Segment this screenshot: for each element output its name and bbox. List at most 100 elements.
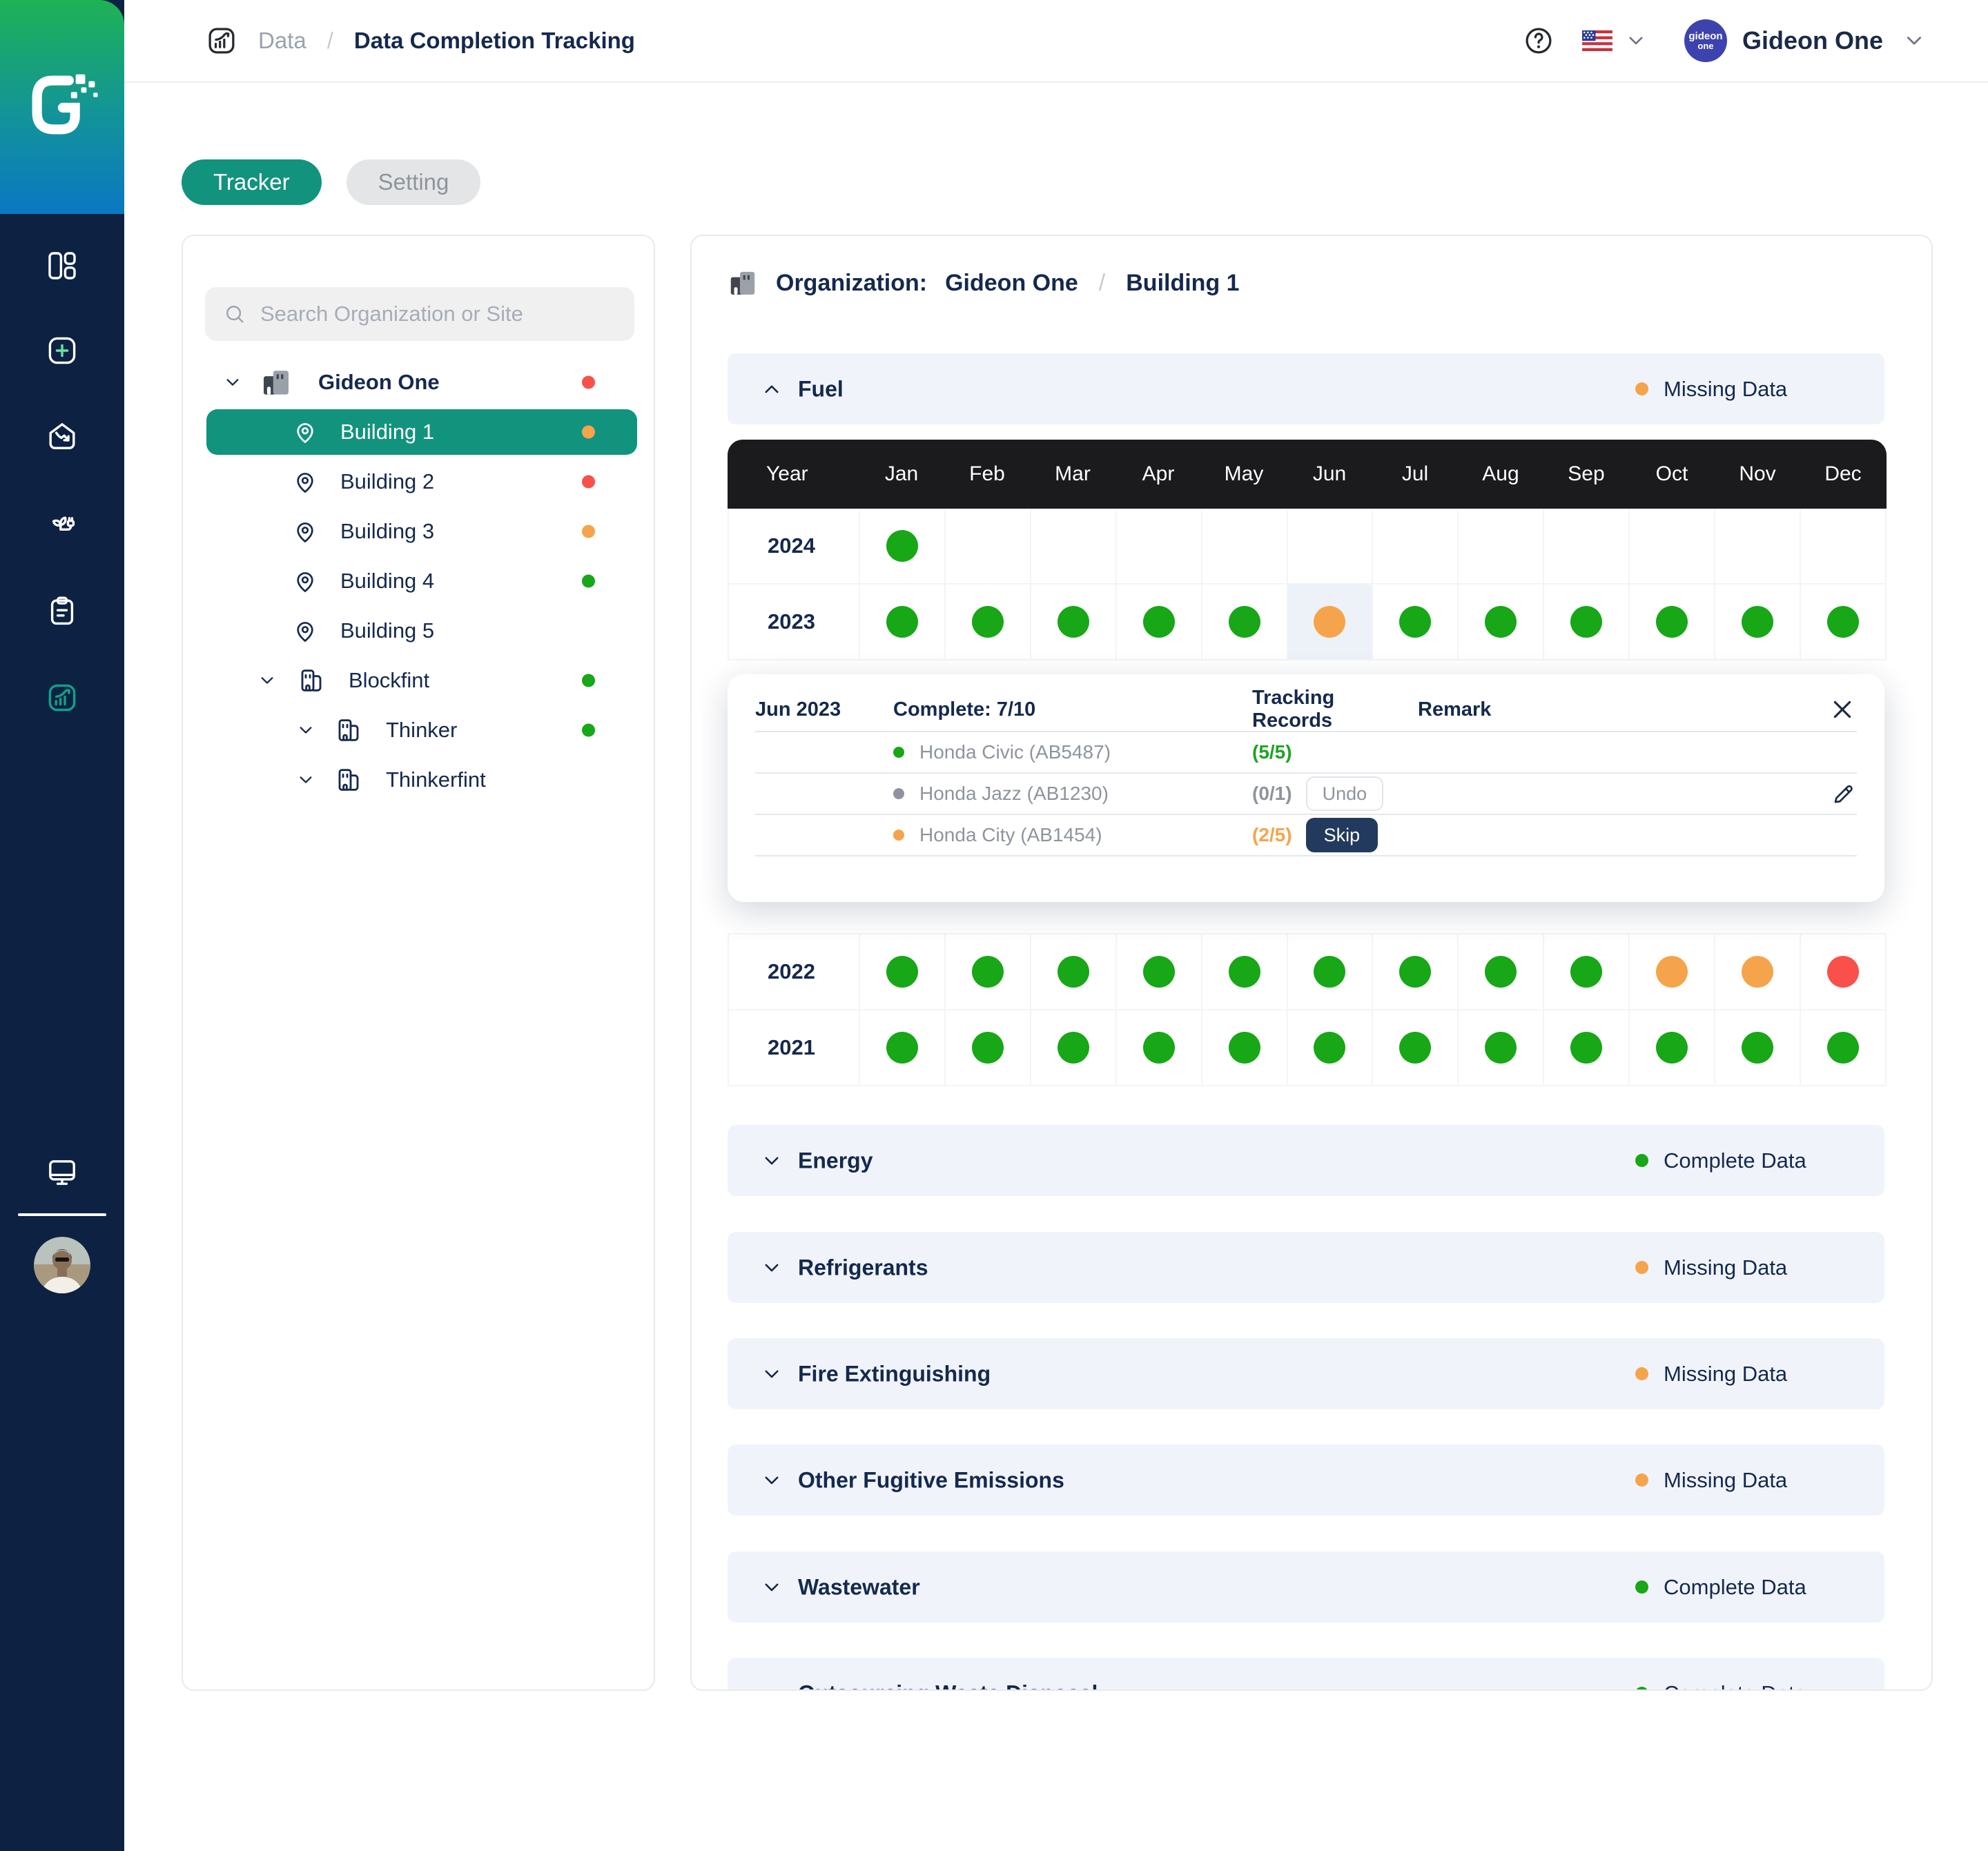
cell-2023-aug[interactable] xyxy=(1459,585,1544,660)
dashboard-icon[interactable] xyxy=(38,242,86,290)
cell-2024-mar[interactable] xyxy=(1031,509,1117,585)
cell-2024-sep[interactable] xyxy=(1544,509,1630,585)
cell-2023-jul[interactable] xyxy=(1373,585,1459,660)
cell-2023-may[interactable] xyxy=(1202,585,1288,660)
cell-2022-oct[interactable] xyxy=(1630,934,1715,1010)
app-logo[interactable] xyxy=(0,0,124,214)
chevron-down-icon[interactable] xyxy=(256,669,278,692)
cell-2021-mar[interactable] xyxy=(1031,1010,1117,1086)
clipboard-icon[interactable] xyxy=(38,587,86,635)
tree-node-building-5[interactable]: Building 5 xyxy=(183,606,654,656)
search-input[interactable] xyxy=(260,302,616,326)
cell-2024-aug[interactable] xyxy=(1459,509,1544,585)
plant-energy-icon[interactable] xyxy=(38,500,86,549)
chevron-down-icon[interactable] xyxy=(759,1468,784,1493)
user-photo-avatar[interactable] xyxy=(34,1237,90,1293)
cell-2023-sep[interactable] xyxy=(1544,585,1630,660)
search-box[interactable] xyxy=(205,287,634,341)
chevron-down-icon[interactable] xyxy=(759,1362,784,1387)
language-flag-icon[interactable] xyxy=(1582,30,1612,51)
pencil-icon[interactable] xyxy=(1831,781,1857,807)
org-avatar[interactable]: gideon one xyxy=(1684,19,1727,62)
chevron-down-icon[interactable] xyxy=(222,371,244,393)
cell-2021-nov[interactable] xyxy=(1715,1010,1801,1086)
tree-node-blockfint[interactable]: Blockfint xyxy=(183,656,654,705)
cell-2021-feb[interactable] xyxy=(946,1010,1031,1086)
cell-2024-jun[interactable] xyxy=(1288,509,1374,585)
section-bar-wastewater[interactable]: WastewaterComplete Data xyxy=(728,1551,1884,1623)
user-menu-chevron-down-icon[interactable] xyxy=(1901,28,1927,54)
cell-2021-aug[interactable] xyxy=(1459,1010,1544,1086)
cell-2023-mar[interactable] xyxy=(1031,585,1117,660)
cell-2024-may[interactable] xyxy=(1202,509,1288,585)
chevron-up-icon[interactable] xyxy=(759,377,784,402)
cell-2023-oct[interactable] xyxy=(1630,585,1715,660)
tree-node-building-4[interactable]: Building 4 xyxy=(183,556,654,606)
cell-2022-jun[interactable] xyxy=(1288,934,1374,1010)
cell-2023-jan[interactable] xyxy=(860,585,946,660)
site-name[interactable]: Building 1 xyxy=(1126,270,1239,297)
help-icon[interactable] xyxy=(1523,25,1555,57)
cell-2022-sep[interactable] xyxy=(1544,934,1630,1010)
chevron-down-icon[interactable] xyxy=(295,719,317,741)
tree-node-thinker[interactable]: Thinker xyxy=(183,705,654,755)
cell-2024-nov[interactable] xyxy=(1715,509,1801,585)
breadcrumb-section[interactable]: Data xyxy=(258,28,306,54)
cell-2024-jan[interactable] xyxy=(860,509,946,585)
cell-2022-jan[interactable] xyxy=(860,934,946,1010)
user-name[interactable]: Gideon One xyxy=(1742,26,1883,55)
cell-2021-jul[interactable] xyxy=(1373,1010,1459,1086)
section-bar-fuel[interactable]: FuelMissing Data xyxy=(728,353,1884,424)
section-bar-energy[interactable]: EnergyComplete Data xyxy=(728,1125,1884,1196)
cell-2021-jan[interactable] xyxy=(860,1010,946,1086)
cell-2021-may[interactable] xyxy=(1202,1010,1288,1086)
chevron-down-icon[interactable] xyxy=(759,1575,784,1600)
cell-2023-apr[interactable] xyxy=(1117,585,1202,660)
cell-2021-oct[interactable] xyxy=(1630,1010,1715,1086)
cell-2023-nov[interactable] xyxy=(1715,585,1801,660)
cell-2022-apr[interactable] xyxy=(1117,934,1202,1010)
tab-setting[interactable]: Setting xyxy=(347,159,481,205)
cell-2022-jul[interactable] xyxy=(1373,934,1459,1010)
chevron-down-icon[interactable] xyxy=(295,769,317,791)
home-trend-icon[interactable] xyxy=(38,412,86,460)
cell-2021-apr[interactable] xyxy=(1117,1010,1202,1086)
section-bar-fire-extinguishing[interactable]: Fire ExtinguishingMissing Data xyxy=(728,1338,1884,1409)
chevron-down-icon[interactable] xyxy=(759,1148,784,1173)
skip-button[interactable]: Skip xyxy=(1306,818,1378,852)
organization-name[interactable]: Gideon One xyxy=(945,270,1078,297)
language-chevron-down-icon[interactable] xyxy=(1624,28,1648,53)
monitor-icon[interactable] xyxy=(38,1148,86,1196)
section-bar-refrigerants[interactable]: RefrigerantsMissing Data xyxy=(728,1232,1884,1303)
chevron-down-icon[interactable] xyxy=(759,1255,784,1280)
cell-2022-dec[interactable] xyxy=(1801,934,1887,1010)
cell-2022-aug[interactable] xyxy=(1459,934,1544,1010)
tree-node-gideon-one[interactable]: Gideon One xyxy=(183,358,654,407)
add-square-icon[interactable] xyxy=(38,326,86,375)
cell-2024-jul[interactable] xyxy=(1373,509,1459,585)
data-tracking-chart-icon[interactable] xyxy=(38,674,86,722)
cell-2024-oct[interactable] xyxy=(1630,509,1715,585)
cell-2023-feb[interactable] xyxy=(946,585,1031,660)
cell-2022-feb[interactable] xyxy=(946,934,1031,1010)
undo-button[interactable]: Undo xyxy=(1306,776,1384,811)
tab-tracker[interactable]: Tracker xyxy=(182,159,322,205)
cell-2023-dec[interactable] xyxy=(1801,585,1887,660)
cell-2022-nov[interactable] xyxy=(1715,934,1801,1010)
chevron-down-icon[interactable] xyxy=(759,1681,784,1692)
tree-node-thinkerfint[interactable]: Thinkerfint xyxy=(183,755,654,805)
cell-2024-apr[interactable] xyxy=(1117,509,1202,585)
cell-2024-dec[interactable] xyxy=(1801,509,1887,585)
tree-node-building-3[interactable]: Building 3 xyxy=(183,507,654,556)
cell-2021-jun[interactable] xyxy=(1288,1010,1374,1086)
cell-2021-sep[interactable] xyxy=(1544,1010,1630,1086)
section-bar-outsourcing-waste-disposal[interactable]: Outsourcing Waste DisposalComplete Data xyxy=(728,1658,1884,1691)
cell-2021-dec[interactable] xyxy=(1801,1010,1887,1086)
tree-node-building-1[interactable]: Building 1 xyxy=(183,407,654,457)
section-bar-other-fugitive-emissions[interactable]: Other Fugitive EmissionsMissing Data xyxy=(728,1444,1884,1516)
close-icon[interactable] xyxy=(1826,694,1858,725)
cell-2022-mar[interactable] xyxy=(1031,934,1117,1010)
cell-2023-jun[interactable] xyxy=(1288,585,1374,660)
cell-2022-may[interactable] xyxy=(1202,934,1288,1010)
tree-node-building-2[interactable]: Building 2 xyxy=(183,457,654,507)
